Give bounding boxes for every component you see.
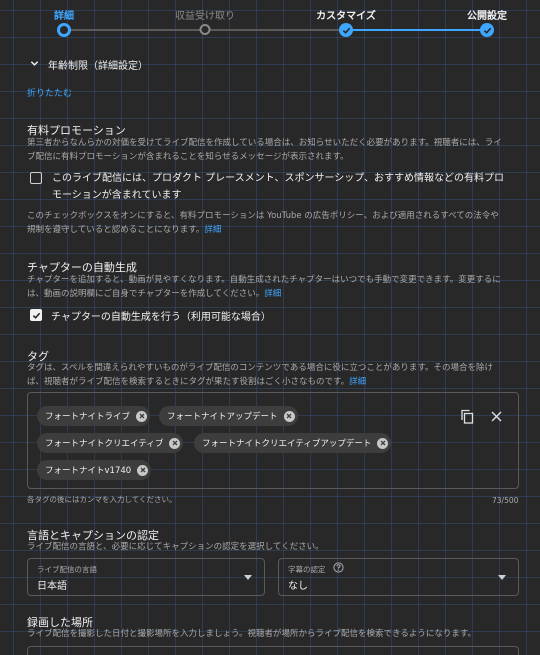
stepper-line-3 <box>346 29 487 31</box>
stepper-line-2 <box>205 29 346 31</box>
chapters-desc-line2: は、動画の説明欄にご自身でチャプターを作成してください。 <box>27 289 265 299</box>
tag-chip[interactable]: フォートナイトアップデート <box>159 406 298 426</box>
stepper-line-1 <box>64 29 205 31</box>
step-monetization-node[interactable] <box>199 24 211 35</box>
chapters-desc-line1: チャプターを追加すると、動画が見やすくなります。自動生成されたチャプターはいつで… <box>27 275 501 285</box>
clear-tags-close-icon[interactable] <box>491 411 502 425</box>
chevron-down-icon <box>498 575 506 580</box>
paid-promotion-checkbox[interactable] <box>30 172 42 184</box>
age-restriction-title[interactable]: 年齢制限（詳細設定） <box>48 57 148 72</box>
step-visibility-check-icon[interactable] <box>480 23 494 37</box>
tags-counter: 73/500 <box>492 496 519 505</box>
paid-promotion-checkbox-label[interactable]: このライブ配信には、プロダクト プレースメント、スポンサーシップ、おすすめ情報な… <box>52 170 504 204</box>
tag-remove-icon[interactable] <box>136 410 148 422</box>
step-customize-label[interactable]: カスタマイズ <box>316 7 376 22</box>
tag-chip-label: フォートナイトクリエイティブ <box>45 439 164 449</box>
tag-chip-label: フォートナイトv1740 <box>45 466 132 476</box>
chapters-description: チャプターを追加すると、動画が見やすくなります。自動生成されたチャプターはいつで… <box>27 273 532 301</box>
location-description: ライブ配信を撮影した日付と撮影場所を入力しましょう。視聴者が場所からライブ配信を… <box>27 629 476 639</box>
tag-chip-label: フォートナイトライブ <box>45 412 131 422</box>
stream-language-label: ライブ配信の言語 <box>37 565 97 574</box>
tags-details-link[interactable]: 詳細 <box>349 377 366 387</box>
step-monetization-label[interactable]: 収益受け取り <box>175 7 235 22</box>
chapters-details-link[interactable]: 詳細 <box>264 289 281 299</box>
recording-date-field[interactable] <box>27 646 519 655</box>
paid-promotion-details-link[interactable]: 詳細 <box>204 225 221 235</box>
stream-language-select[interactable]: ライブ配信の言語 日本語 <box>27 558 265 596</box>
tag-chip[interactable]: フォートナイトライブ <box>37 406 151 426</box>
paid-promotion-desc-line1: 第三者からなんらかの対価を受けてライブ配信を作成している場合は、お知らせいただく… <box>27 138 502 148</box>
paid-promotion-note: このチェックボックスをオンにすると、有料プロモーションは YouTube の広告… <box>27 209 532 237</box>
caption-certification-select[interactable]: 字幕の認定 なし <box>278 558 519 596</box>
tags-input-box[interactable]: フォートナイトライブ フォートナイトアップデート フォートナイトクリエイティブ … <box>27 392 519 489</box>
step-details-label[interactable]: 詳細 <box>54 7 74 22</box>
paid-promotion-label-line1: このライブ配信には、プロダクト プレースメント、スポンサーシップ、おすすめ情報な… <box>52 173 504 184</box>
age-restriction-chevron-icon[interactable] <box>30 59 39 71</box>
paid-promotion-note-line1: このチェックボックスをオンにすると、有料プロモーションは YouTube の広告… <box>27 211 499 221</box>
tag-remove-icon[interactable] <box>283 410 295 422</box>
tag-chip[interactable]: フォートナイトクリエイティブ <box>37 433 184 453</box>
tag-remove-icon[interactable] <box>377 437 389 449</box>
step-customize-check-icon[interactable] <box>339 23 353 37</box>
paid-promotion-description: 第三者からなんらかの対価を受けてライブ配信を作成している場合は、お知らせいただく… <box>27 136 527 164</box>
chevron-down-icon <box>244 575 252 580</box>
tag-chip-label: フォートナイトアップデート <box>167 412 278 422</box>
tag-remove-icon[interactable] <box>169 437 181 449</box>
tags-desc-line1: タグは、スペルを間違えられやすいものがライブ配信のコンテンツである場合に役に立つ… <box>27 363 493 373</box>
help-icon[interactable] <box>333 562 344 576</box>
caption-certification-value: なし <box>288 581 308 592</box>
language-description: ライブ配信の言語と、必要に応じてキャプションの認定を選択してください。 <box>27 542 324 552</box>
tags-desc-line2: ば、視聴者がライブ配信を検索するときにタグが果たす役割はごく小さなものです。 <box>27 377 350 387</box>
paid-promotion-label-line2: モーションが含まれています <box>52 190 182 201</box>
tag-remove-icon[interactable] <box>137 464 149 476</box>
caption-certification-label: 字幕の認定 <box>288 565 326 574</box>
tags-hint: 各タグの後にはカンマを入力してください。 <box>27 495 177 504</box>
tags-description: タグは、スペルを間違えられやすいものがライブ配信のコンテンツである場合に役に立つ… <box>27 361 532 389</box>
chapters-checkbox-label[interactable]: チャプターの自動生成を行う（利用可能な場合） <box>51 308 271 323</box>
step-details-node[interactable] <box>57 23 71 37</box>
paid-promotion-note-line2: 規制を遵守していると認めることになります。 <box>27 225 205 235</box>
tag-chip-label: フォートナイトクリエイティブアップデート <box>202 439 372 449</box>
collapse-link[interactable]: 折りたたむ <box>27 86 72 99</box>
tag-chip[interactable]: フォートナイトv1740 <box>37 460 152 480</box>
tag-chip[interactable]: フォートナイトクリエイティブアップデート <box>194 433 392 453</box>
copy-tags-icon[interactable] <box>460 409 474 427</box>
step-visibility-label[interactable]: 公開設定 <box>467 7 507 22</box>
paid-promotion-desc-line2: ブ配信に有料プロモーションが含まれることを知らせるメッセージが表示されます。 <box>27 152 349 162</box>
chapters-checkbox-checked-icon[interactable] <box>30 309 42 321</box>
stream-language-value: 日本語 <box>37 581 67 592</box>
